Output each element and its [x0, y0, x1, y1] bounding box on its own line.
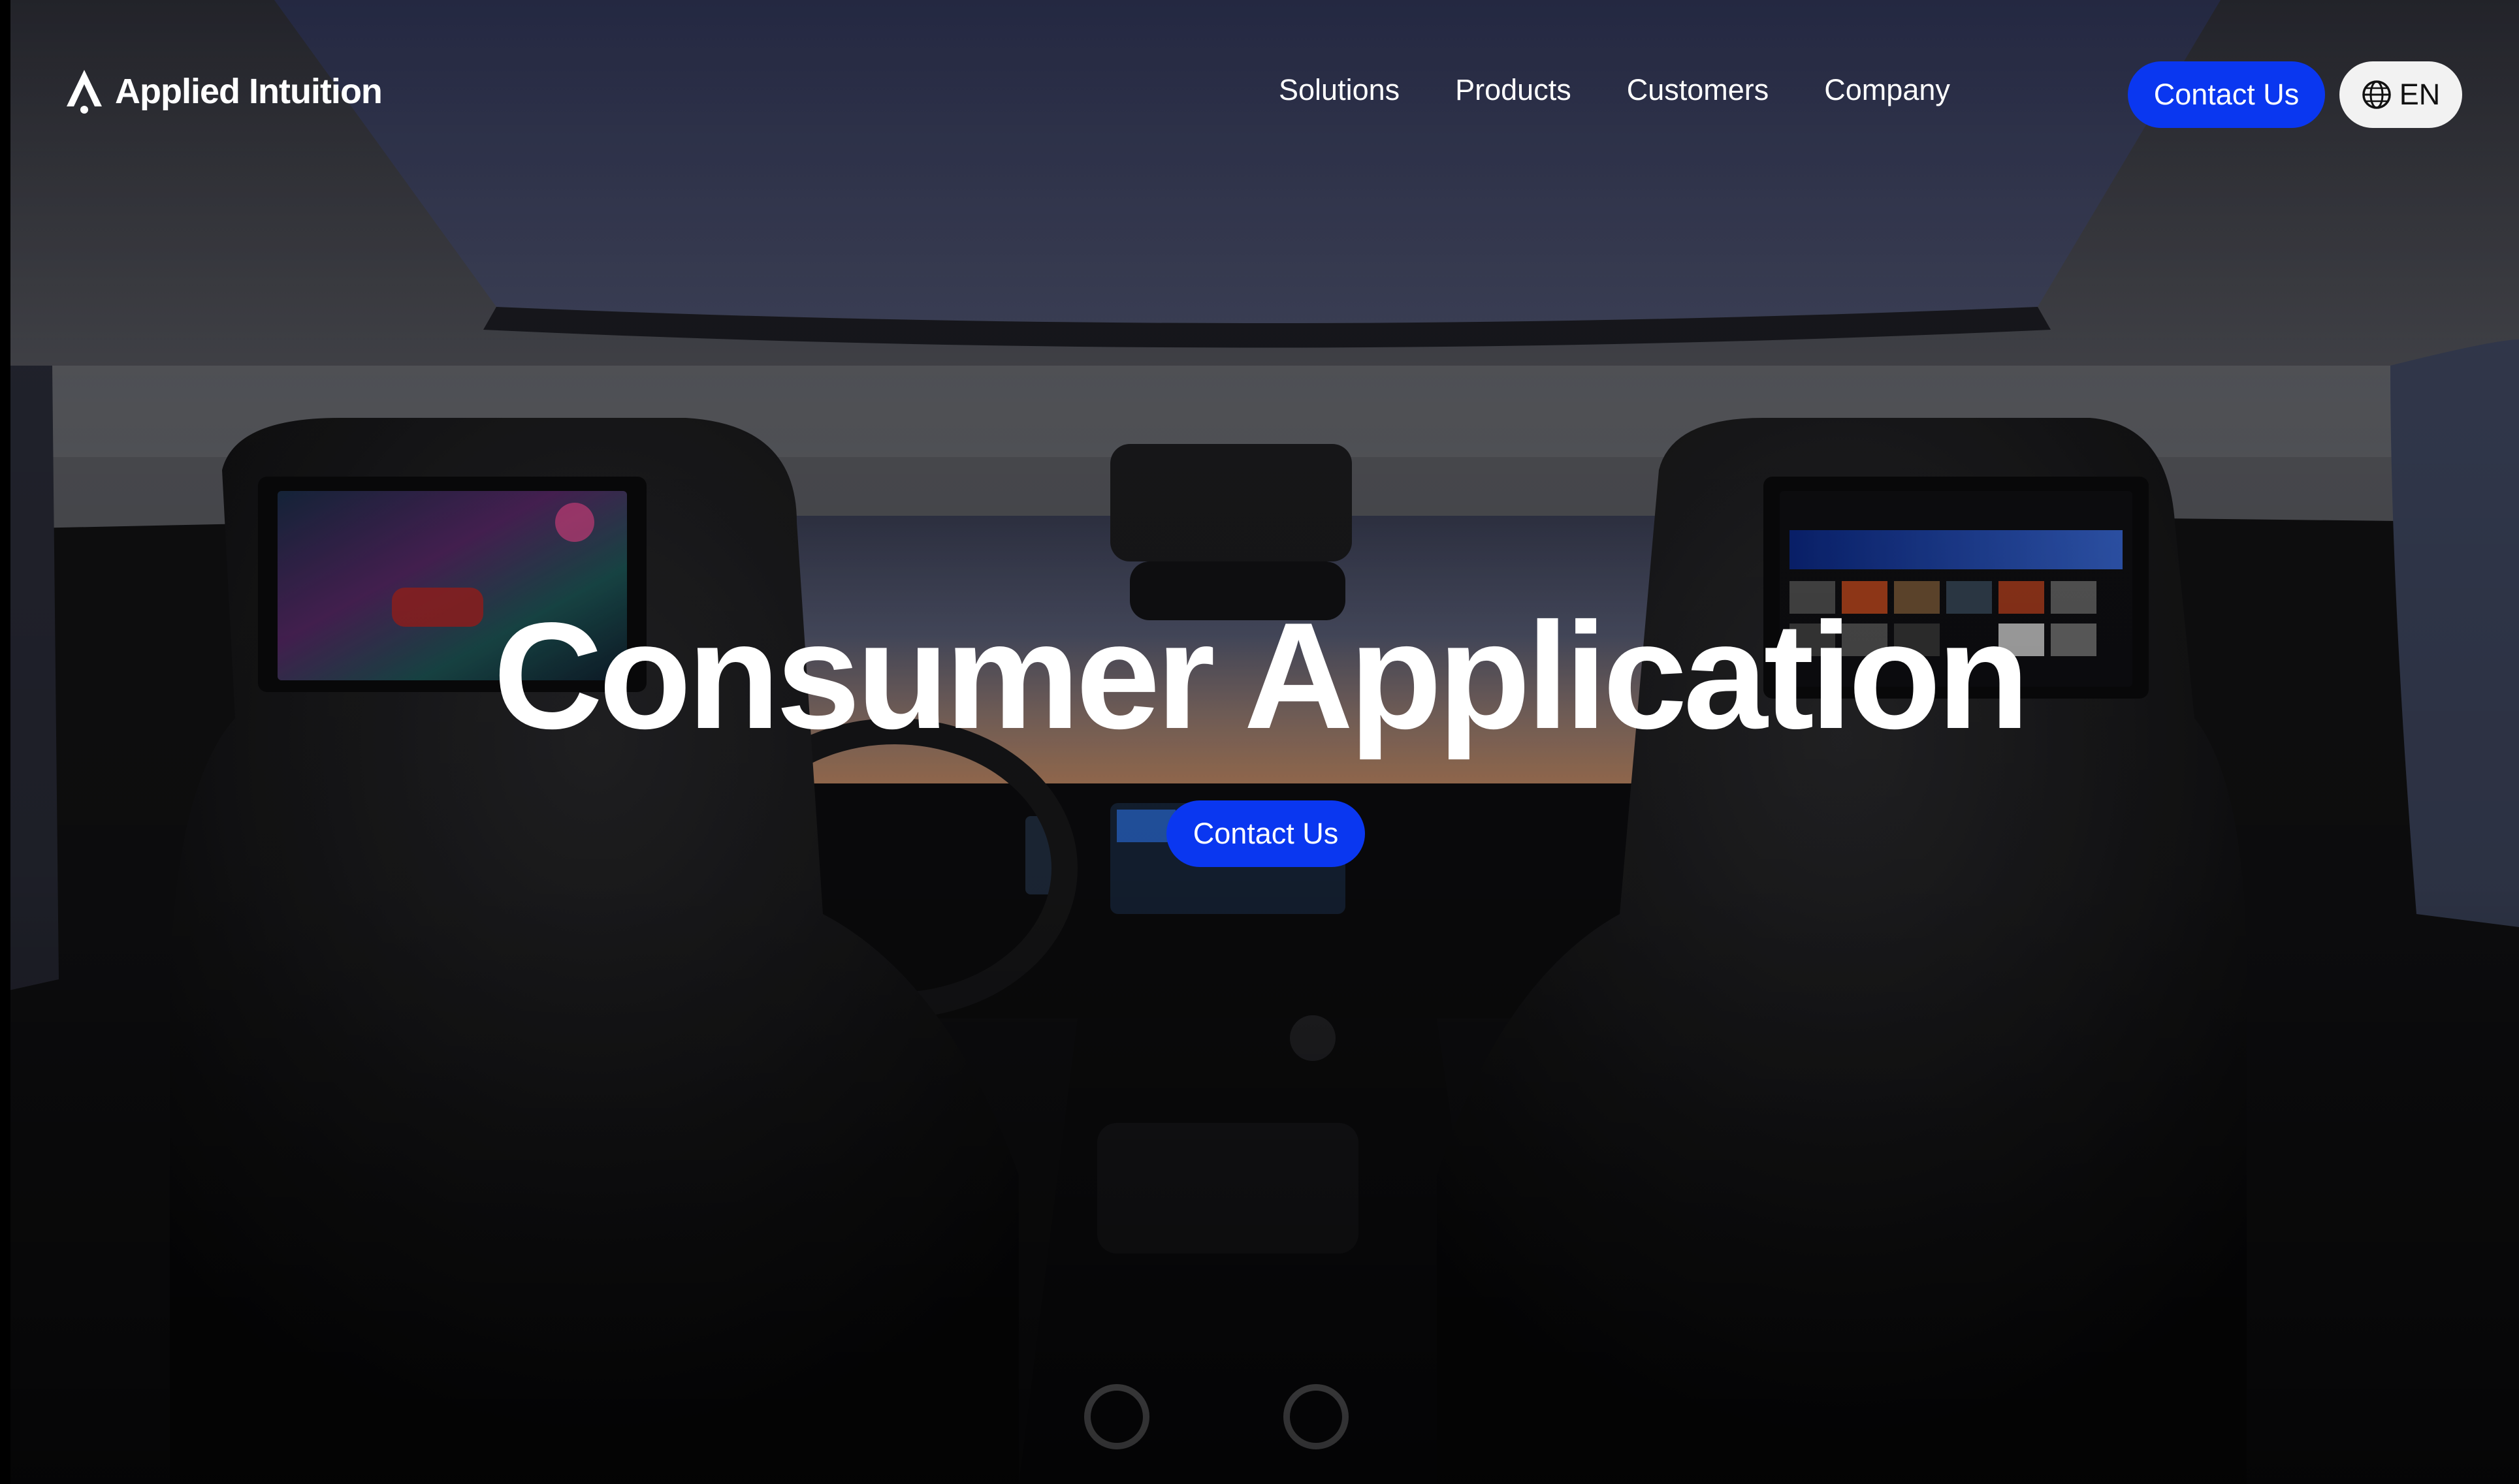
nav-item-products[interactable]: Products: [1455, 73, 1571, 107]
brand-logo[interactable]: Applied Intuition: [65, 69, 383, 114]
brand-name: Applied Intuition: [115, 72, 383, 111]
hero-title: Consumer Application: [493, 592, 2029, 761]
page: Applied Intuition Solutions Products Cus…: [0, 0, 2519, 1484]
globe-icon: [2362, 80, 2391, 109]
language-label: EN: [2399, 78, 2441, 111]
main-nav: Solutions Products Customers Company: [1279, 73, 1950, 107]
nav-contact-us-button[interactable]: Contact Us: [2128, 61, 2325, 128]
applied-intuition-logo-icon: [67, 70, 102, 114]
nav-item-solutions[interactable]: Solutions: [1279, 73, 1400, 107]
nav-item-company[interactable]: Company: [1824, 73, 1950, 107]
hero-contact-us-button[interactable]: Contact Us: [1166, 800, 1365, 867]
nav-item-customers[interactable]: Customers: [1627, 73, 1769, 107]
language-selector-button[interactable]: EN: [2339, 61, 2462, 128]
top-navigation-bar: Applied Intuition Solutions Products Cus…: [0, 0, 2519, 196]
